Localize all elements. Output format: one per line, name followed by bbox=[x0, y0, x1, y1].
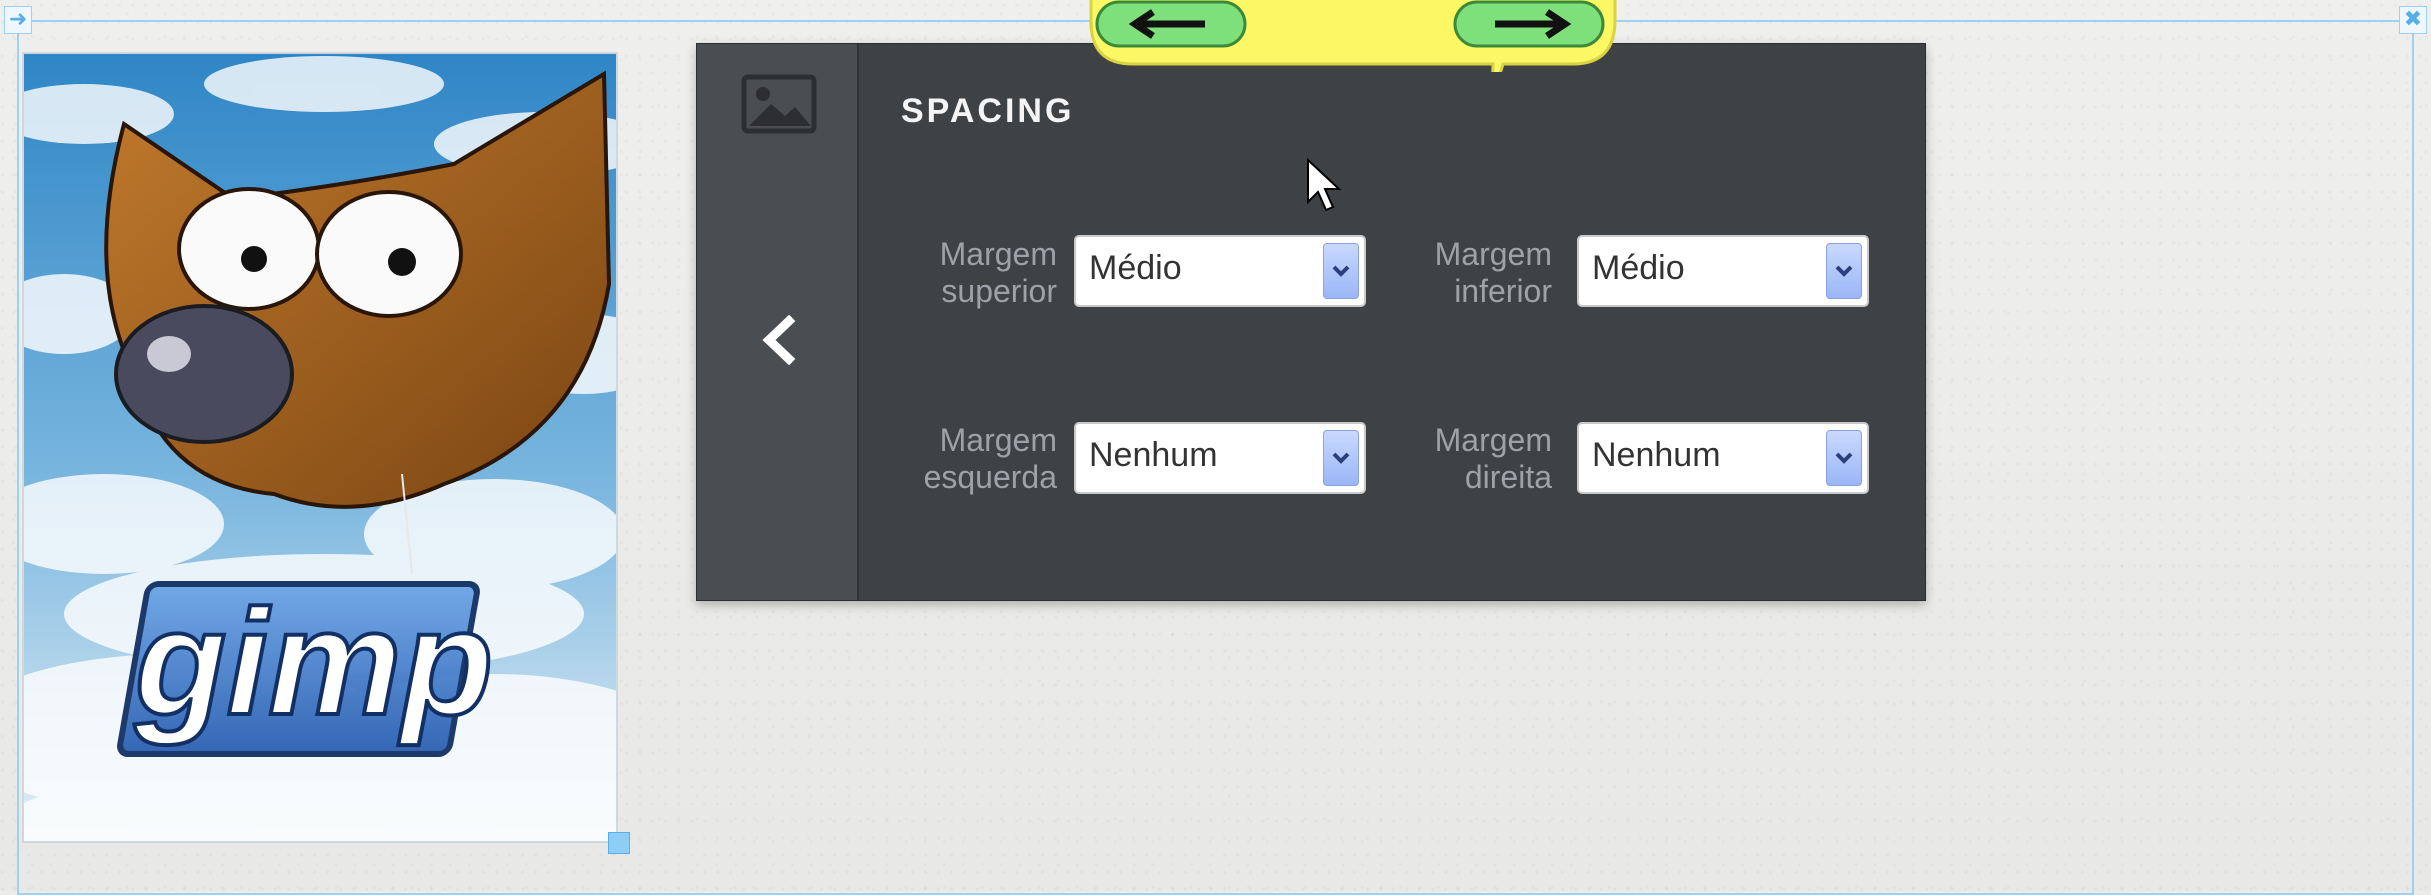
label-line: inferior bbox=[1454, 273, 1552, 309]
select-value: Médio bbox=[1089, 249, 1182, 287]
gimp-logo-text: gimp bbox=[134, 578, 493, 746]
margin-right-label: Margem direita bbox=[1402, 422, 1552, 496]
gimp-wilber-image[interactable]: gimp bbox=[22, 52, 618, 843]
label-line: esquerda bbox=[923, 459, 1057, 495]
select-value: Médio bbox=[1592, 249, 1685, 287]
label-line: Margem bbox=[1434, 236, 1552, 272]
margin-right-select[interactable]: Nenhum bbox=[1577, 422, 1869, 494]
chevron-down-icon[interactable] bbox=[1323, 243, 1359, 299]
margin-top-select[interactable]: Médio bbox=[1074, 235, 1366, 307]
select-value: Nenhum bbox=[1089, 436, 1218, 474]
margin-bottom-label: Margem inferior bbox=[1402, 236, 1552, 310]
mouse-cursor-icon bbox=[1307, 158, 1342, 212]
arrow-left-icon[interactable] bbox=[1095, 0, 1247, 48]
panel-title: SPACING bbox=[901, 92, 1075, 130]
margin-bottom-select[interactable]: Médio bbox=[1577, 235, 1869, 307]
label-line: Margem bbox=[939, 422, 1057, 458]
select-value: Nenhum bbox=[1592, 436, 1721, 474]
chevron-down-icon[interactable] bbox=[1323, 430, 1359, 486]
label-line: Margem bbox=[1434, 422, 1552, 458]
image-artwork: gimp bbox=[24, 54, 616, 841]
image-icon[interactable] bbox=[741, 74, 817, 134]
arrow-right-icon[interactable] bbox=[1453, 0, 1605, 48]
panel-sidebar bbox=[697, 44, 859, 600]
margin-left-label: Margem esquerda bbox=[897, 422, 1057, 496]
chevron-down-icon[interactable] bbox=[1826, 243, 1862, 299]
margin-top-label: Margem superior bbox=[907, 236, 1057, 310]
chevron-left-icon[interactable] bbox=[751, 304, 807, 376]
nav-bubble bbox=[1083, 0, 1623, 72]
label-line: direita bbox=[1464, 459, 1552, 495]
label-line: superior bbox=[941, 273, 1057, 309]
chevron-down-icon[interactable] bbox=[1826, 430, 1862, 486]
margin-left-select[interactable]: Nenhum bbox=[1074, 422, 1366, 494]
label-line: Margem bbox=[939, 236, 1057, 272]
close-icon[interactable]: ✖ bbox=[2399, 6, 2427, 34]
move-handle-icon[interactable]: ➜ bbox=[4, 6, 32, 34]
resize-handle[interactable] bbox=[608, 832, 630, 854]
spacing-panel: SPACING Margem superior Médio Margem inf… bbox=[696, 43, 1926, 601]
